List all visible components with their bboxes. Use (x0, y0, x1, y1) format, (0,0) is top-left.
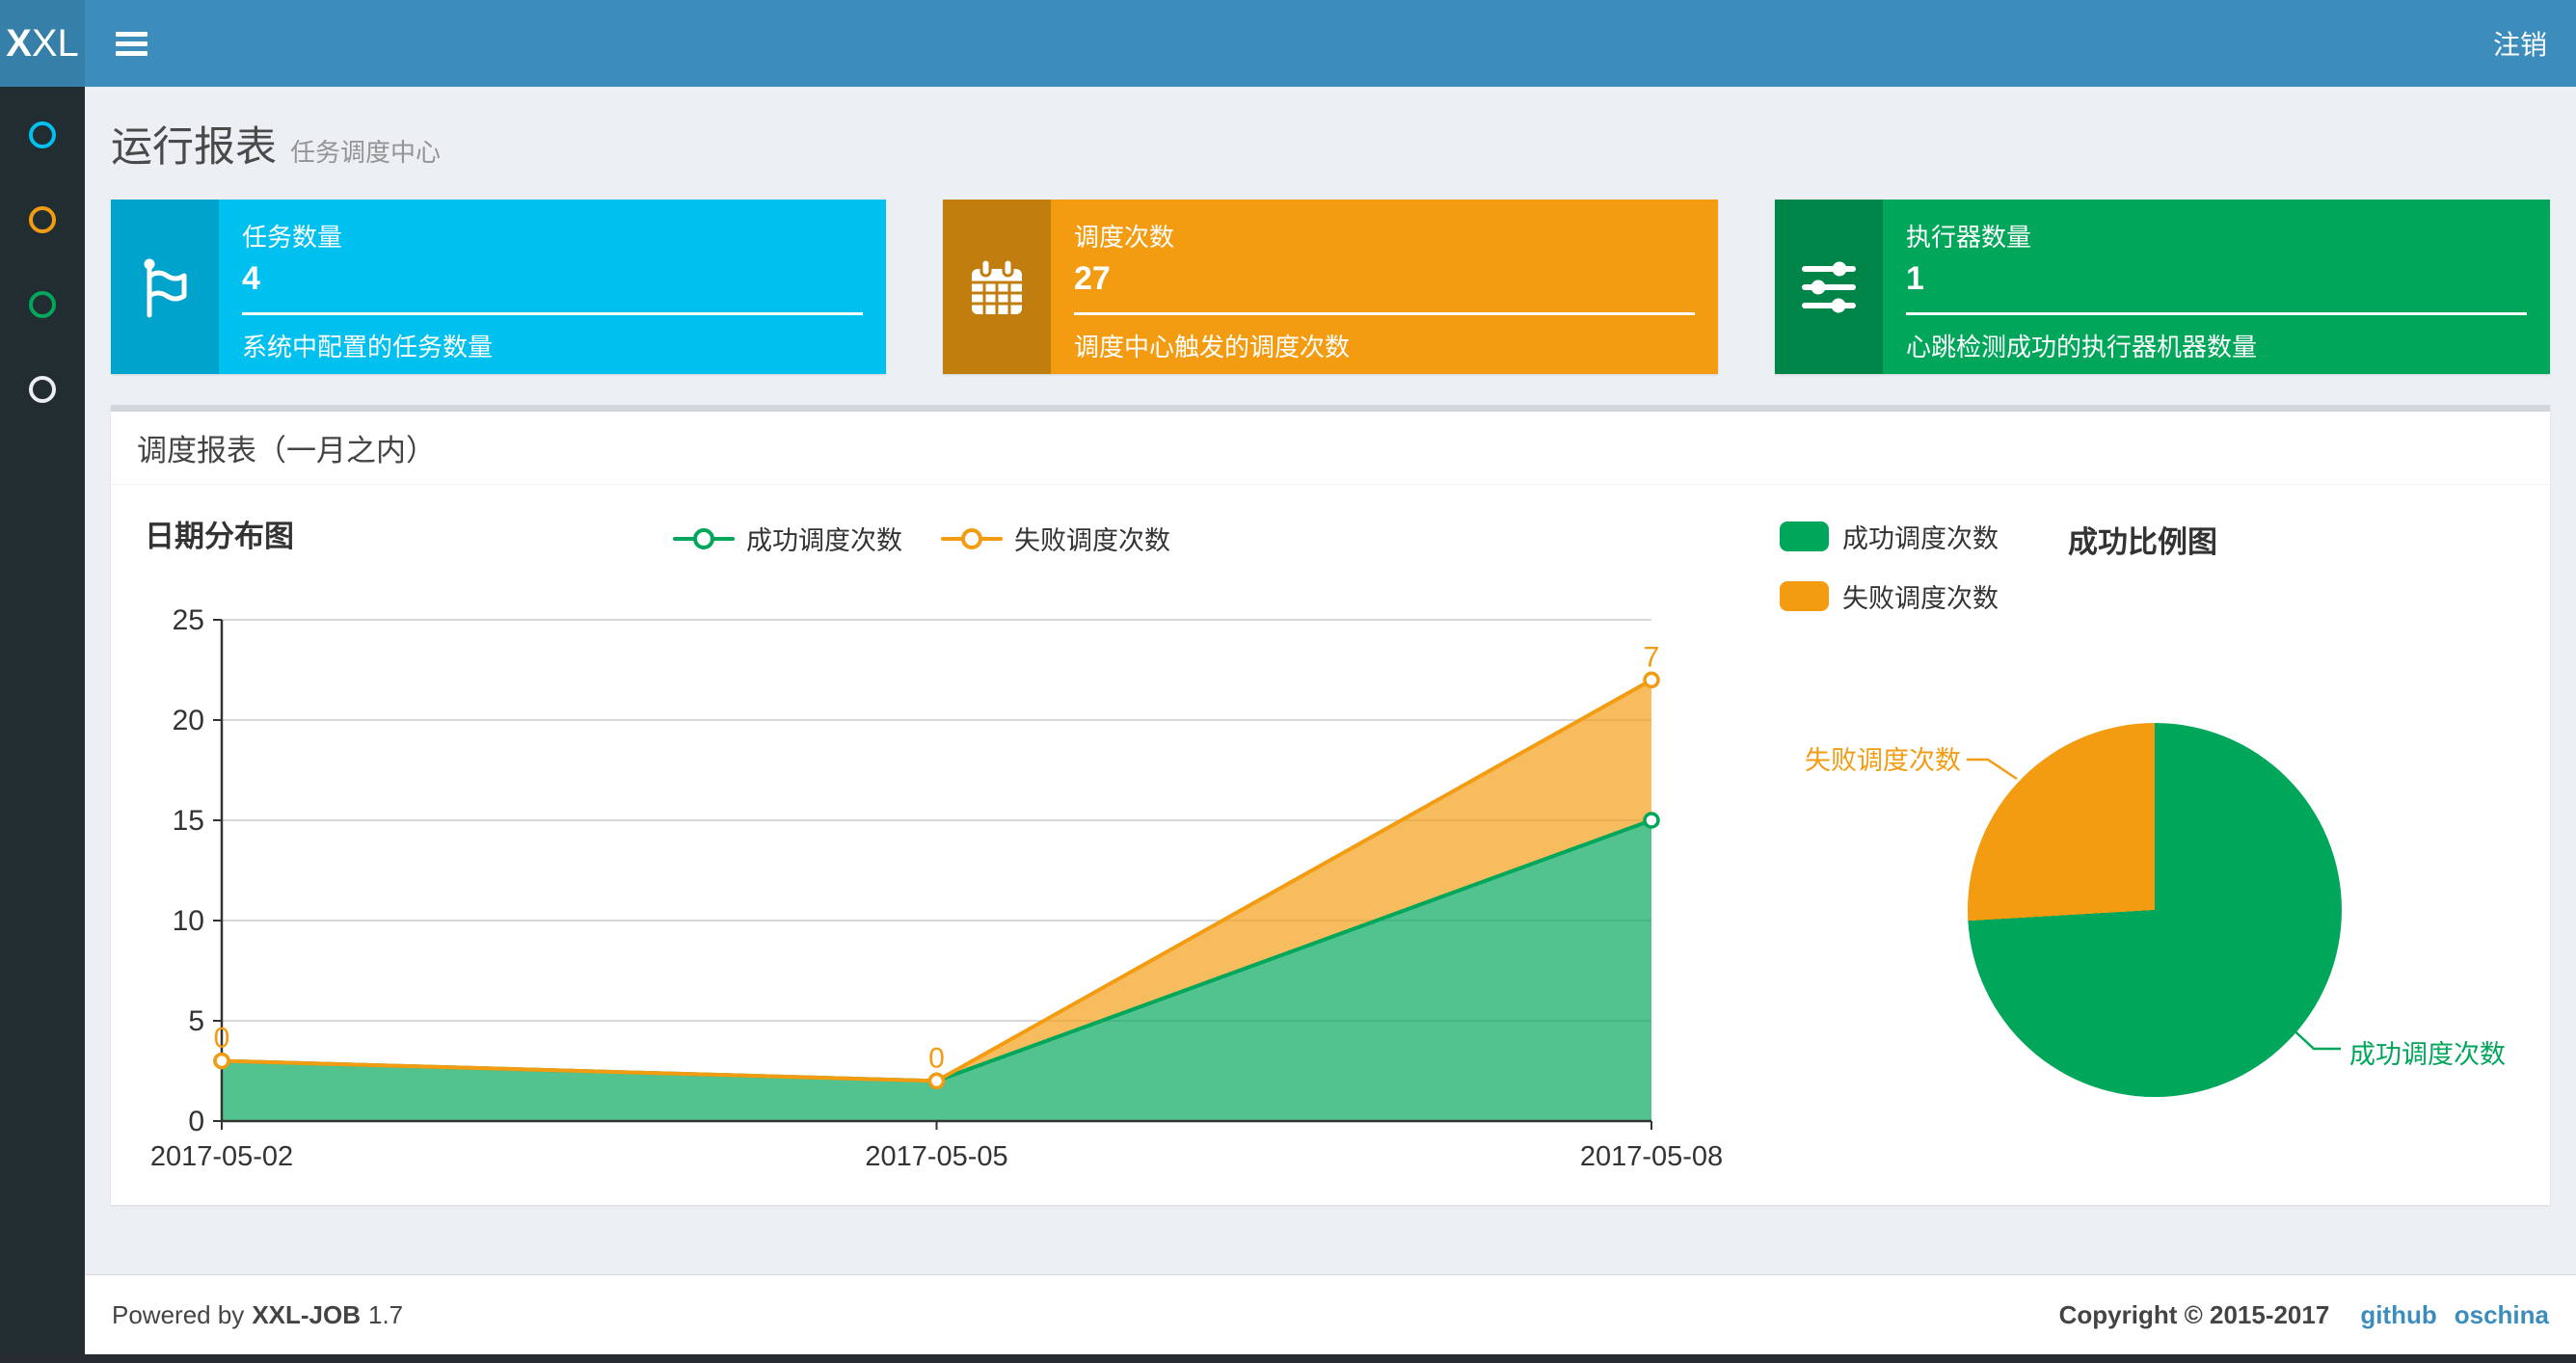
svg-text:2017-05-08: 2017-05-08 (1580, 1141, 1723, 1172)
sliders-icon (1775, 200, 1883, 374)
svg-text:2017-05-05: 2017-05-05 (865, 1141, 1007, 1172)
date-distribution-chart: 05101520252017-05-02 2017-05-05 2017-05-08… (150, 604, 2341, 1172)
page-title: 运行报表 (111, 124, 277, 171)
info-box-jobs: 任务数量 4 系统中配置的任务数量 (111, 200, 886, 374)
divider (1906, 312, 2527, 315)
svg-text:15: 15 (173, 805, 204, 837)
svg-text:0: 0 (188, 1106, 204, 1137)
github-link[interactable]: github (2360, 1300, 2436, 1330)
window-bottom-edge (0, 1354, 2576, 1363)
sidebar-item-4[interactable] (0, 347, 85, 432)
powered-by: Powered by XXL-JOB 1.7 (112, 1300, 403, 1330)
info-label: 调度次数 (1074, 223, 1175, 252)
svg-text:25: 25 (173, 604, 204, 636)
product-version: 1.7 (368, 1299, 404, 1329)
hamburger-icon (115, 31, 148, 56)
circle-icon (29, 206, 56, 233)
flag-icon (111, 200, 219, 374)
info-value: 1 (1906, 260, 1924, 297)
info-description: 系统中配置的任务数量 (242, 333, 494, 361)
copyright: Copyright © 2015-2017 (2058, 1299, 2330, 1329)
svg-text:7: 7 (1644, 641, 1660, 673)
svg-text:0: 0 (214, 1023, 230, 1055)
divider (242, 312, 863, 315)
oschina-link[interactable]: oschina (2455, 1300, 2549, 1330)
top-navbar: X XL 注销 (0, 0, 2576, 87)
xxl-job-dashboard: X XL 注销 运行报表 任务调度中心 任务数量 4 系统中配置的任务数量 调度… (0, 0, 2576, 1363)
circle-icon (29, 376, 56, 403)
svg-text:5: 5 (188, 1005, 204, 1037)
logout-link[interactable]: 注销 (2464, 0, 2576, 87)
page-subtitle: 任务调度中心 (290, 138, 442, 167)
info-value: 27 (1074, 260, 1111, 297)
svg-text:0: 0 (928, 1042, 945, 1074)
calendar-icon (943, 200, 1051, 374)
sidebar-item-2[interactable] (0, 177, 85, 262)
svg-text:20: 20 (173, 705, 204, 736)
summary-cards: 任务数量 4 系统中配置的任务数量 调度次数 27 调度中心触发的调度次数 执行… (111, 200, 2550, 374)
info-description: 调度中心触发的调度次数 (1074, 333, 1351, 361)
powered-text: Powered by (112, 1299, 245, 1329)
app-logo[interactable]: X XL (0, 0, 85, 87)
pie-label-fail: 失败调度次数 (1805, 746, 1961, 775)
report-panel: 调度报表（一月之内） 日期分布图 成功调度次数 失败调度次数 成功调度次数 失败… (111, 405, 2550, 1205)
sidebar-toggle-button[interactable] (85, 0, 177, 87)
logo-text: XL (31, 21, 79, 65)
info-box-triggers: 调度次数 27 调度中心触发的调度次数 (943, 200, 1718, 374)
info-value: 4 (242, 260, 260, 297)
svg-text:2017-05-02: 2017-05-02 (150, 1141, 293, 1172)
info-label: 任务数量 (242, 223, 343, 252)
info-box-executors: 执行器数量 1 心跳检测成功的执行器机器数量 (1775, 200, 2550, 374)
circle-icon (29, 291, 56, 318)
footer: Powered by XXL-JOB 1.7 Copyright © 2015-… (85, 1274, 2576, 1354)
divider (1074, 312, 1695, 315)
sidebar-item-3[interactable] (0, 262, 85, 347)
content-header: 运行报表 任务调度中心 (111, 114, 441, 174)
info-label: 执行器数量 (1906, 223, 2032, 252)
logo-text-bold: X (6, 21, 32, 65)
sidebar (0, 87, 85, 1363)
info-description: 心跳检测成功的执行器机器数量 (1906, 333, 2258, 361)
circle-icon (29, 121, 56, 148)
pie-label-success: 成功调度次数 (2349, 1040, 2506, 1069)
svg-text:10: 10 (173, 905, 204, 937)
sidebar-item-1[interactable] (0, 93, 85, 177)
product-name: XXL-JOB (252, 1299, 361, 1329)
